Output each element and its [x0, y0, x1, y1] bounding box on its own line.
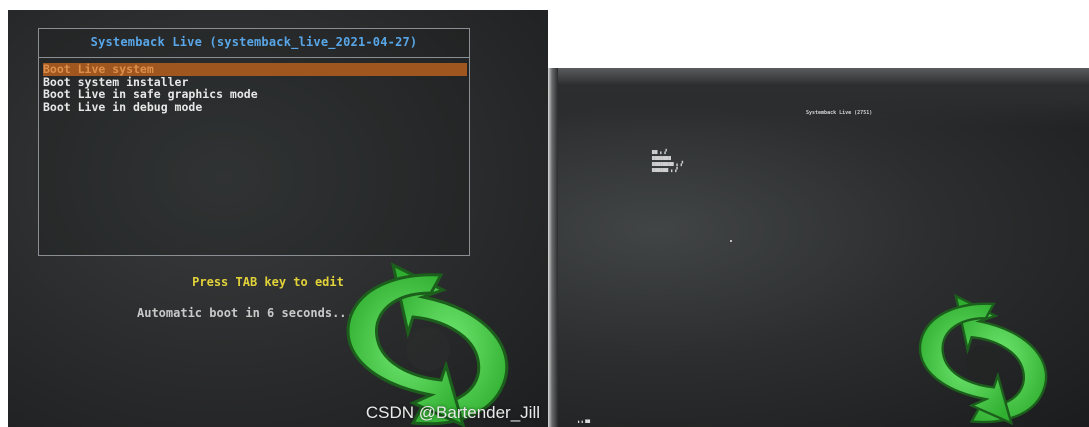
systemback-refresh-arrows-icon [346, 262, 509, 427]
menu-item-boot-safe-graphics[interactable]: Boot Live in safe graphics mode [43, 88, 467, 101]
boot-menu-divider [39, 57, 469, 58]
menu-item-boot-debug-mode[interactable]: Boot Live in debug mode [43, 100, 467, 114]
corner-status-mark: ▖▗ ▆▆ [578, 418, 591, 423]
small-boot-menu-list: ▆▆ ▖▗▘ ▆▆▆▆▆▆▆ ▆▆▆▆▆▆▆▆ ▖▗▘ ▆▆▆▆▆▆ ▖▗▘ [652, 150, 685, 174]
csdn-watermark: CSDN @Bartender_Jill [365, 403, 540, 422]
menu-item-boot-live-system[interactable]: Boot Live system [43, 63, 467, 76]
boot-menu-title: Systemback Live (systemback_live_2021-04… [90, 35, 418, 49]
monitor-bezel-top [548, 68, 1089, 86]
left-boot-screen-photo: Systemback Live (systemback_live_2021-04… [8, 10, 548, 427]
boot-menu-list: Boot Live system Boot system installer B… [43, 63, 467, 113]
systemback-refresh-arrows-icon [918, 293, 1048, 426]
small-boot-menu-title: Systemback Live (2751) [806, 110, 873, 116]
monitor-bezel-left [548, 68, 558, 427]
boot-menu-panel: Systemback Live (systemback_live_2021-04… [38, 28, 470, 256]
small-menu-item[interactable]: ▆▆▆▆▆▆ ▖▗▘ [652, 168, 685, 174]
right-boot-screen-photo: Systemback Live (2751) ▆▆ ▖▗▘ ▆▆▆▆▆▆▆ ▆▆… [548, 68, 1089, 427]
mouse-cursor-dot [730, 240, 732, 242]
